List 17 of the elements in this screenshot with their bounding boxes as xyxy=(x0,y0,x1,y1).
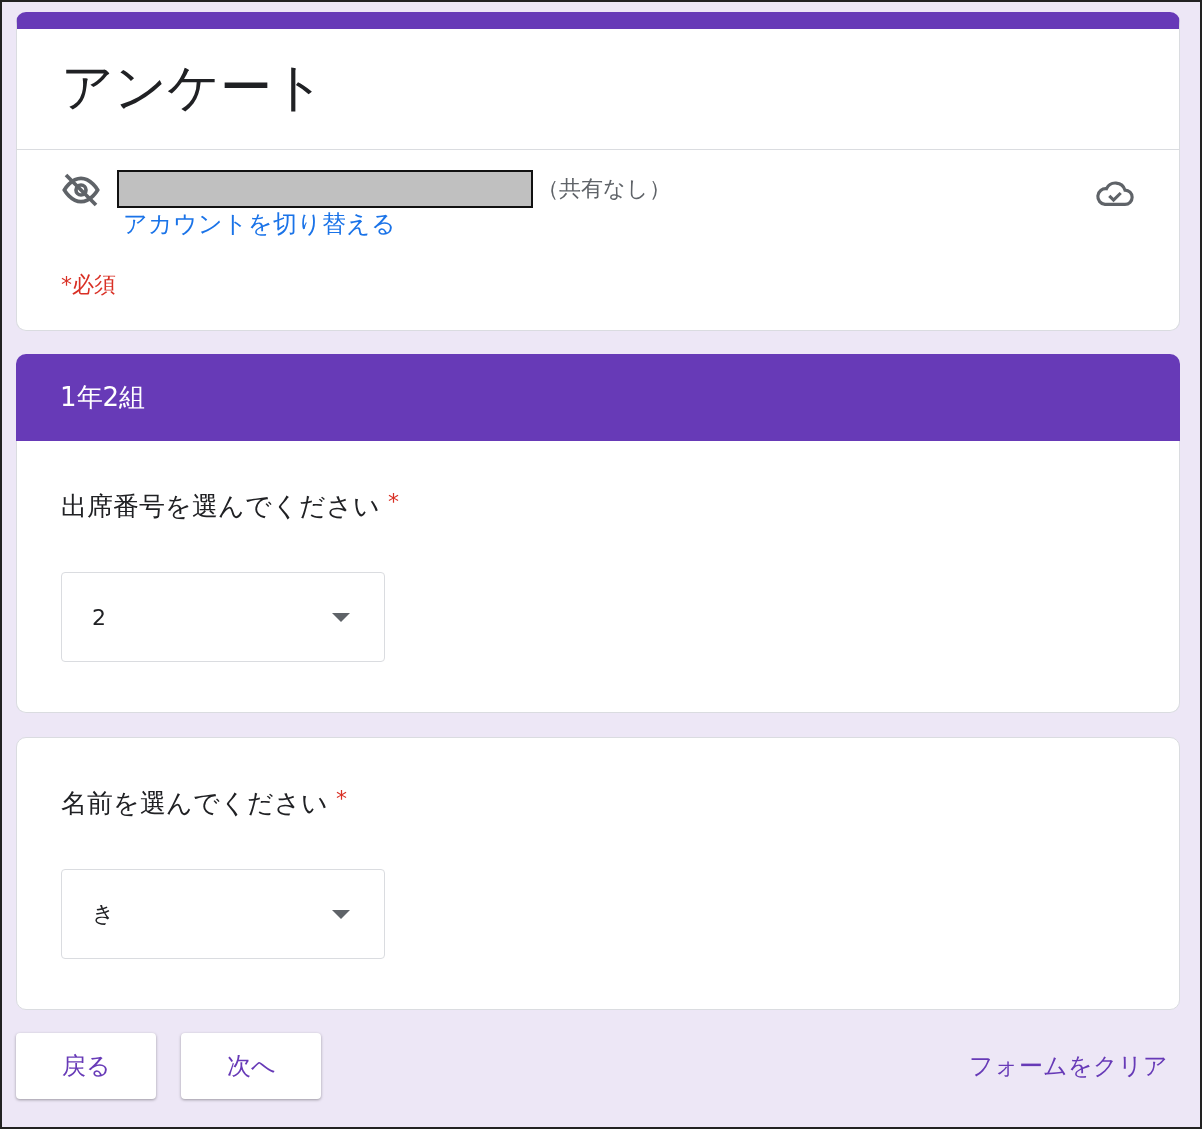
caret-icon xyxy=(332,909,350,919)
required-note: *必須 xyxy=(60,271,117,299)
cloud-check-icon xyxy=(1095,178,1135,208)
next-button[interactable]: 次へ xyxy=(181,1033,321,1099)
clear-form-link[interactable]: フォームをクリア xyxy=(969,1050,1168,1082)
question-label: 名前を選んでください xyxy=(61,787,328,820)
required-mark: * xyxy=(388,489,399,516)
sharing-status: （共有なし） xyxy=(537,175,671,203)
dropdown-field[interactable]: き xyxy=(61,869,385,959)
required-mark: * xyxy=(336,786,347,813)
dropdown-field[interactable]: 2 xyxy=(61,572,385,662)
caret-icon xyxy=(332,612,350,622)
form-title: アンケート xyxy=(17,29,1179,150)
question-label: 出席番号を選んでください xyxy=(61,490,380,523)
back-button[interactable]: 戻る xyxy=(16,1033,156,1099)
section-header: 1年2組 xyxy=(16,354,1180,441)
switch-account-link[interactable]: アカウントを切り替える xyxy=(123,208,671,240)
